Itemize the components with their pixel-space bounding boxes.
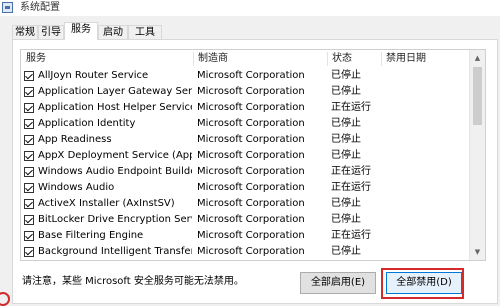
- service-name: Application Layer Gateway Service: [38, 86, 192, 97]
- service-status: 已停止: [331, 150, 361, 161]
- table-row[interactable]: Windows Audio Microsoft Corporation 正在运行: [21, 180, 469, 196]
- service-manufacturer: Microsoft Corporation: [197, 150, 305, 161]
- service-status: 正在运行: [331, 260, 379, 261]
- scrollbar-thumb[interactable]: [473, 67, 482, 125]
- service-name: App Readiness: [38, 134, 112, 145]
- service-status: 已停止: [331, 118, 361, 129]
- table-row[interactable]: Base Filtering Engine Microsoft Corporati…: [21, 228, 469, 244]
- table-row[interactable]: Background Tasks Infrastructure ... Micro…: [21, 260, 469, 261]
- service-status: 正在运行: [331, 230, 371, 241]
- table-row[interactable]: Application Identity Microsoft Corporatio…: [21, 116, 469, 132]
- table-row[interactable]: AppX Deployment Service (AppX... Microsof…: [21, 148, 469, 164]
- service-checkbox[interactable]: [24, 151, 34, 161]
- service-status: 已停止: [331, 86, 361, 97]
- table-row[interactable]: Application Host Helper Service Microsoft…: [21, 100, 469, 116]
- service-manufacturer: Microsoft Corporation: [197, 198, 305, 209]
- service-manufacturer: Microsoft Corporation: [197, 230, 305, 241]
- service-name: Application Host Helper Service: [38, 102, 192, 113]
- service-status: 已停止: [331, 214, 361, 225]
- tab-general[interactable]: 常规: [12, 25, 38, 39]
- window-title: 系统配置: [20, 2, 60, 13]
- service-manufacturer: Microsoft Corporation: [197, 182, 305, 193]
- service-status: 已停止: [331, 70, 361, 81]
- column-header-manufacturer[interactable]: 制造商: [193, 50, 327, 68]
- service-manufacturer: Microsoft Corporation: [197, 118, 305, 129]
- table-row[interactable]: AllJoyn Router Service Microsoft Corporat…: [21, 68, 469, 84]
- service-manufacturer: Microsoft Corporation: [197, 246, 305, 257]
- column-header-disabled-date[interactable]: 禁用日期: [381, 50, 469, 68]
- table-row[interactable]: Windows Audio Endpoint Builder Microsoft …: [21, 164, 469, 180]
- table-row[interactable]: Application Layer Gateway Service Microso…: [21, 84, 469, 100]
- enable-all-button[interactable]: 全部启用(E): [300, 272, 376, 294]
- tab-services[interactable]: 服务: [64, 22, 98, 40]
- table-row[interactable]: Background Intelligent Transfer ... Micro…: [21, 244, 469, 260]
- service-checkbox[interactable]: [24, 71, 34, 81]
- service-checkbox[interactable]: [24, 103, 34, 113]
- service-name: Windows Audio: [38, 182, 115, 193]
- service-manufacturer: Microsoft Corporation: [197, 102, 305, 113]
- service-checkbox[interactable]: [24, 167, 34, 177]
- highlight-box: [381, 268, 464, 299]
- service-name: Background Intelligent Transfer ...: [38, 246, 192, 257]
- service-status: 正在运行: [331, 182, 371, 193]
- service-name: AllJoyn Router Service: [38, 70, 149, 81]
- tab-startup[interactable]: 启动: [98, 25, 128, 39]
- scroll-up-icon[interactable]: ▲: [470, 51, 485, 65]
- service-checkbox[interactable]: [24, 135, 34, 145]
- tab-boot[interactable]: 引导: [38, 25, 64, 39]
- vertical-scrollbar[interactable]: ▲ ▼: [469, 50, 485, 260]
- service-checkbox[interactable]: [24, 231, 34, 241]
- service-status: 正在运行: [331, 166, 371, 177]
- service-name: ActiveX Installer (AxInstSV): [38, 198, 175, 209]
- service-name: AppX Deployment Service (AppX...: [38, 150, 192, 161]
- system-config-icon: [2, 2, 13, 13]
- column-header-service[interactable]: 服务: [21, 50, 193, 68]
- service-status: 已停止: [331, 134, 361, 145]
- service-manufacturer: Microsoft Corporation: [197, 86, 305, 97]
- column-header-status[interactable]: 状态: [327, 50, 381, 68]
- service-manufacturer: Microsoft Corporation: [197, 70, 305, 81]
- service-status: 正在运行: [331, 102, 371, 113]
- service-name: Background Tasks Infrastructure ...: [38, 260, 192, 261]
- service-name: BitLocker Drive Encryption Service: [38, 214, 192, 225]
- service-checkbox[interactable]: [24, 247, 34, 257]
- table-row[interactable]: ActiveX Installer (AxInstSV) Microsoft Co…: [21, 196, 469, 212]
- service-checkbox[interactable]: [24, 183, 34, 193]
- service-checkbox[interactable]: [24, 119, 34, 129]
- service-status: 已停止: [331, 246, 361, 257]
- service-name: Application Identity: [38, 118, 136, 129]
- title-bar: 系统配置: [0, 0, 500, 16]
- list-header: 服务 制造商 状态 禁用日期: [21, 50, 469, 68]
- service-checkbox[interactable]: [24, 87, 34, 97]
- service-manufacturer: Microsoft Corporation: [197, 166, 305, 177]
- footer-note: 请注意，某些 Microsoft 安全服务可能无法禁用。: [22, 276, 244, 287]
- service-manufacturer: Microsoft Corporation: [197, 214, 305, 225]
- table-row[interactable]: BitLocker Drive Encryption Service Micros…: [21, 212, 469, 228]
- service-checkbox[interactable]: [24, 215, 34, 225]
- services-list[interactable]: 服务 制造商 状态 禁用日期 AllJoyn Router Service Mic…: [20, 49, 486, 261]
- service-manufacturer: Microsoft Corporation: [197, 260, 325, 261]
- tab-tools[interactable]: 工具: [128, 25, 162, 39]
- service-name: Windows Audio Endpoint Builder: [38, 166, 192, 177]
- service-name: Base Filtering Engine: [38, 230, 144, 241]
- service-status: 已停止: [331, 198, 361, 209]
- service-checkbox[interactable]: [24, 199, 34, 209]
- scroll-down-icon[interactable]: ▼: [470, 245, 485, 259]
- service-manufacturer: Microsoft Corporation: [197, 134, 305, 145]
- table-row[interactable]: App Readiness Microsoft Corporation 已停止: [21, 132, 469, 148]
